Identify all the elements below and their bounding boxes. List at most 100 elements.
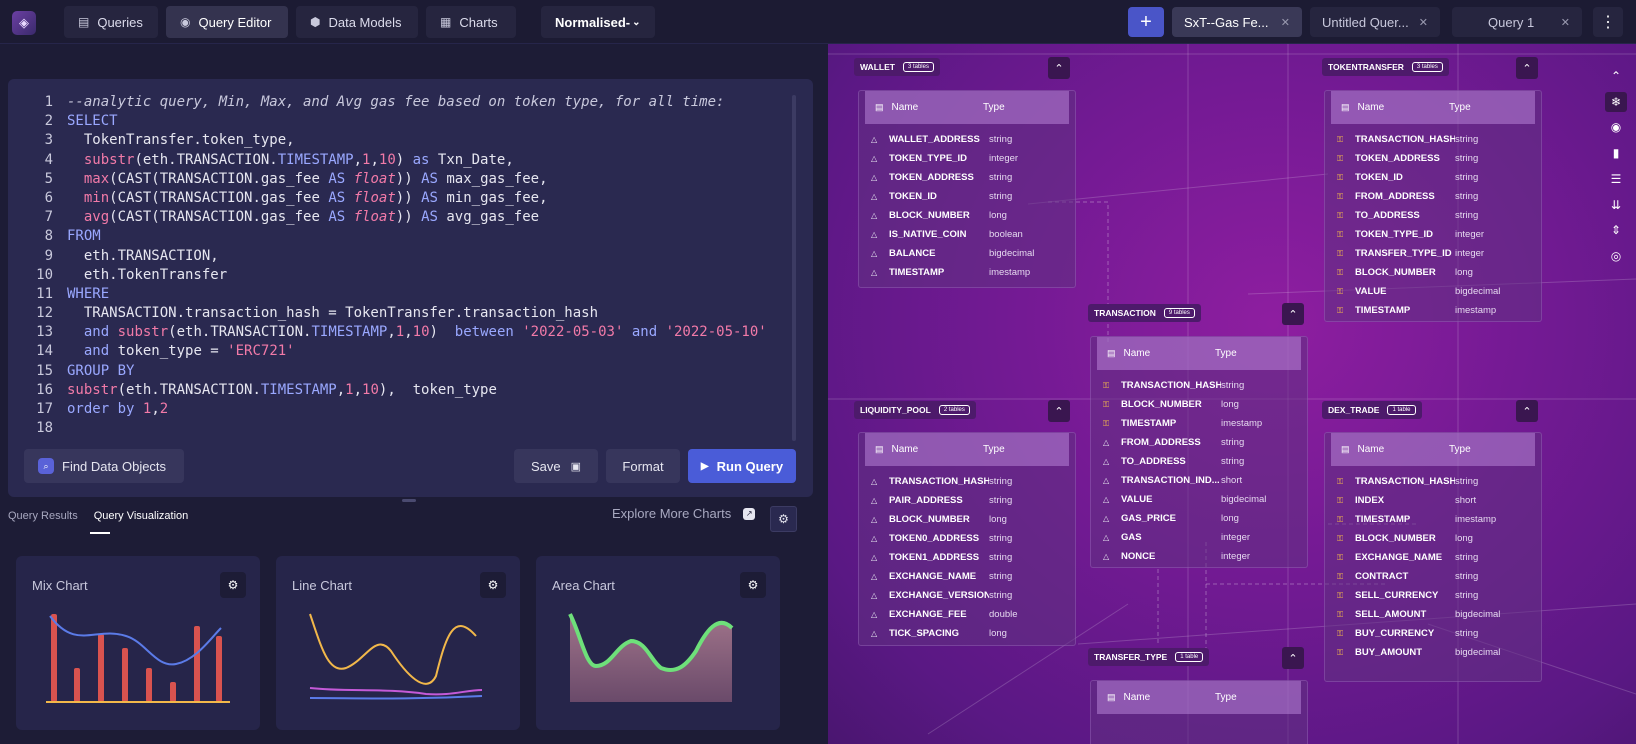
code-line[interactable]: 7 avg(CAST(TRANSACTION.gas_fee AS float)… (20, 208, 790, 227)
collapse-table-icon[interactable]: ⌃ (1516, 400, 1538, 422)
table-card[interactable]: ▤ Name Type ⚿ TRANSACTION_HASH string ⚿ INDEX sh… (1324, 432, 1542, 682)
table-header[interactable]: TRANSFER_TYPE 1 table (1088, 648, 1210, 666)
code-text[interactable]: max(CAST(TRANSACTION.gas_fee AS float)) … (67, 170, 548, 189)
column-row[interactable]: ⚿ BLOCK_NUMBER long (1331, 529, 1535, 548)
code-lines[interactable]: 1 --analytic query, Min, Max, and Avg gas… (20, 93, 790, 437)
column-row[interactable]: ⚿ TO_ADDRESS string (1331, 206, 1535, 225)
column-row[interactable]: △ TOKEN1_ADDRESS string (865, 548, 1069, 567)
column-row[interactable]: ⚿ TRANSACTION_HASH string (1331, 472, 1535, 491)
table-card[interactable]: ▤ Name Type ⚿ TRANSACTION_HASH string ⚿ TOKEN_A… (1324, 90, 1542, 322)
data-model-dropdown[interactable]: Normalised- ⌄ (541, 6, 655, 38)
column-row[interactable]: ⚿ BLOCK_NUMBER long (1331, 263, 1535, 282)
column-row[interactable]: ⚿ TOKEN_TYPE_ID integer (1331, 225, 1535, 244)
column-row[interactable]: △ NONCE integer (1097, 547, 1301, 566)
collapse-table-icon[interactable]: ⌃ (1282, 303, 1304, 325)
visualization-settings-icon[interactable]: ⚙ (770, 506, 797, 532)
code-line[interactable]: 15 GROUP BY (20, 362, 790, 381)
code-line[interactable]: 9 eth.TRANSACTION, (20, 247, 790, 266)
target-icon[interactable]: ◉ (1605, 118, 1627, 138)
code-line[interactable]: 16 substr(eth.TRANSACTION.TIMESTAMP,1,10)… (20, 381, 790, 400)
nav-tab-charts[interactable]: ▦ Charts (426, 6, 516, 38)
close-icon[interactable]: ✕ (1281, 16, 1290, 29)
code-text[interactable]: FROM (67, 227, 101, 246)
column-row[interactable]: ⚿ CONTRACT string (1331, 567, 1535, 586)
column-row[interactable]: △ TICK_SPACING long (865, 624, 1069, 643)
find-data-objects-button[interactable]: ⌕ Find Data Objects (24, 449, 184, 483)
column-row[interactable]: △ BLOCK_NUMBER long (865, 510, 1069, 529)
area-chart-card[interactable]: Area Chart ⚙ (536, 556, 780, 730)
snowflake-icon[interactable]: ❄ (1605, 91, 1627, 112)
table-card[interactable]: ▤ Name Type ⚿ TRANSACTION_HASH string ⚿ BLOCK_N… (1090, 336, 1308, 568)
nav-tab-data-models[interactable]: ⬢ Data Models (296, 6, 418, 38)
code-text[interactable]: GROUP BY (67, 362, 134, 381)
code-text[interactable]: --analytic query, Min, Max, and Avg gas … (67, 93, 724, 112)
query-tab-2[interactable]: Untitled Quer... ✕ (1310, 7, 1440, 37)
column-row[interactable]: ⚿ INDEX short (1331, 491, 1535, 510)
collapse-table-icon[interactable]: ⌃ (1516, 57, 1538, 79)
line-chart-card[interactable]: Line Chart ⚙ (276, 556, 520, 730)
column-row[interactable]: △ TRANSACTION_HASH string (865, 472, 1069, 491)
tab-query-results[interactable]: Query Results (8, 510, 78, 522)
column-row[interactable]: △ TOKEN_TYPE_ID integer (865, 149, 1069, 168)
column-row[interactable]: ⚿ TIMESTAMP imestamp (1331, 510, 1535, 529)
column-row[interactable]: ⚿ SELL_AMOUNT bigdecimal (1331, 605, 1535, 624)
code-line[interactable]: 4 substr(eth.TRANSACTION.TIMESTAMP,1,10)… (20, 151, 790, 170)
column-row[interactable]: △ FROM_ADDRESS string (1097, 433, 1301, 452)
code-line[interactable]: 3 TokenTransfer.token_type, (20, 131, 790, 150)
column-row[interactable]: △ TOKEN_ADDRESS string (865, 168, 1069, 187)
format-button[interactable]: Format (606, 449, 680, 483)
code-editor[interactable]: 1 --analytic query, Min, Max, and Avg gas… (8, 79, 813, 497)
column-row[interactable]: △ TOKEN0_ADDRESS string (865, 529, 1069, 548)
bar-chart-icon[interactable]: ▮ (1605, 143, 1627, 163)
column-row[interactable]: ⚿ VALUE bigdecimal (1331, 282, 1535, 301)
column-row[interactable]: △ GAS integer (1097, 528, 1301, 547)
column-row[interactable]: △ WALLET_ADDRESS string (865, 130, 1069, 149)
schema-canvas[interactable]: WALLET 3 tables ⌃ ▤ Name Type △ WALLET_ADDRESS s… (828, 44, 1636, 744)
code-line[interactable]: 2 SELECT (20, 112, 790, 131)
code-line[interactable]: 18 (20, 419, 790, 437)
code-text[interactable]: avg(CAST(TRANSACTION.gas_fee AS float)) … (67, 208, 539, 227)
app-logo-icon[interactable]: ◈ (12, 11, 36, 35)
table-card[interactable]: ▤ Name Type (1090, 680, 1308, 744)
more-menu-icon[interactable]: ⋮ (1593, 7, 1623, 37)
collapse-table-icon[interactable]: ⌃ (1048, 400, 1070, 422)
column-row[interactable]: △ BLOCK_NUMBER long (865, 206, 1069, 225)
column-row[interactable]: ⚿ EXCHANGE_NAME string (1331, 548, 1535, 567)
code-text[interactable]: min(CAST(TRANSACTION.gas_fee AS float)) … (67, 189, 548, 208)
column-row[interactable]: △ PAIR_ADDRESS string (865, 491, 1069, 510)
code-text[interactable]: order by 1,2 (67, 400, 168, 419)
code-text[interactable]: and substr(eth.TRANSACTION.TIMESTAMP,1,1… (67, 323, 767, 342)
code-line[interactable]: 6 min(CAST(TRANSACTION.gas_fee AS float)… (20, 189, 790, 208)
panel-resize-handle[interactable] (402, 499, 416, 502)
query-tab-3[interactable]: Query 1 ✕ (1452, 7, 1582, 37)
column-row[interactable]: ⚿ TRANSFER_TYPE_ID integer (1331, 244, 1535, 263)
column-row[interactable]: △ TIMESTAMP imestamp (865, 263, 1069, 282)
table-card[interactable]: ▤ Name Type △ TRANSACTION_HASH string △ PAIR_AD… (858, 432, 1076, 646)
column-row[interactable]: ⚿ BUY_CURRENCY string (1331, 624, 1535, 643)
collapse-table-icon[interactable]: ⌃ (1282, 647, 1304, 669)
code-line[interactable]: 10 eth.TokenTransfer (20, 266, 790, 285)
column-row[interactable]: ⚿ TIMESTAMP imestamp (1331, 301, 1535, 320)
column-row[interactable]: ⚿ FROM_ADDRESS string (1331, 187, 1535, 206)
code-text[interactable]: eth.TokenTransfer (67, 266, 227, 285)
column-row[interactable]: △ TRANSACTION_IND... short (1097, 471, 1301, 490)
code-text[interactable]: eth.TRANSACTION, (67, 247, 219, 266)
collapse-all-icon[interactable]: ⇊ (1605, 195, 1627, 215)
column-row[interactable]: △ TOKEN_ID string (865, 187, 1069, 206)
code-line[interactable]: 1 --analytic query, Min, Max, and Avg gas… (20, 93, 790, 112)
code-line[interactable]: 13 and substr(eth.TRANSACTION.TIMESTAMP,… (20, 323, 790, 342)
collapse-up-icon[interactable]: ⌃ (1605, 66, 1627, 86)
run-query-button[interactable]: ▶ Run Query (688, 449, 796, 483)
column-row[interactable]: △ EXCHANGE_NAME string (865, 567, 1069, 586)
code-text[interactable]: substr(eth.TRANSACTION.TIMESTAMP,1,10), … (67, 381, 497, 400)
table-header[interactable]: WALLET 3 tables (854, 58, 940, 76)
table-header[interactable]: DEX_TRADE 1 table (1322, 401, 1422, 419)
new-query-button[interactable]: + (1128, 7, 1164, 37)
code-text[interactable]: TokenTransfer.token_type, (67, 131, 295, 150)
save-button[interactable]: Save ▣ (514, 449, 598, 483)
code-text[interactable]: TRANSACTION.transaction_hash = TokenTran… (67, 304, 598, 323)
column-row[interactable]: △ VALUE bigdecimal (1097, 490, 1301, 509)
table-card[interactable]: ▤ Name Type △ WALLET_ADDRESS string △ TOKEN_TYP… (858, 90, 1076, 288)
code-line[interactable]: 17 order by 1,2 (20, 400, 790, 419)
eye-icon[interactable]: ◎ (1605, 246, 1627, 266)
